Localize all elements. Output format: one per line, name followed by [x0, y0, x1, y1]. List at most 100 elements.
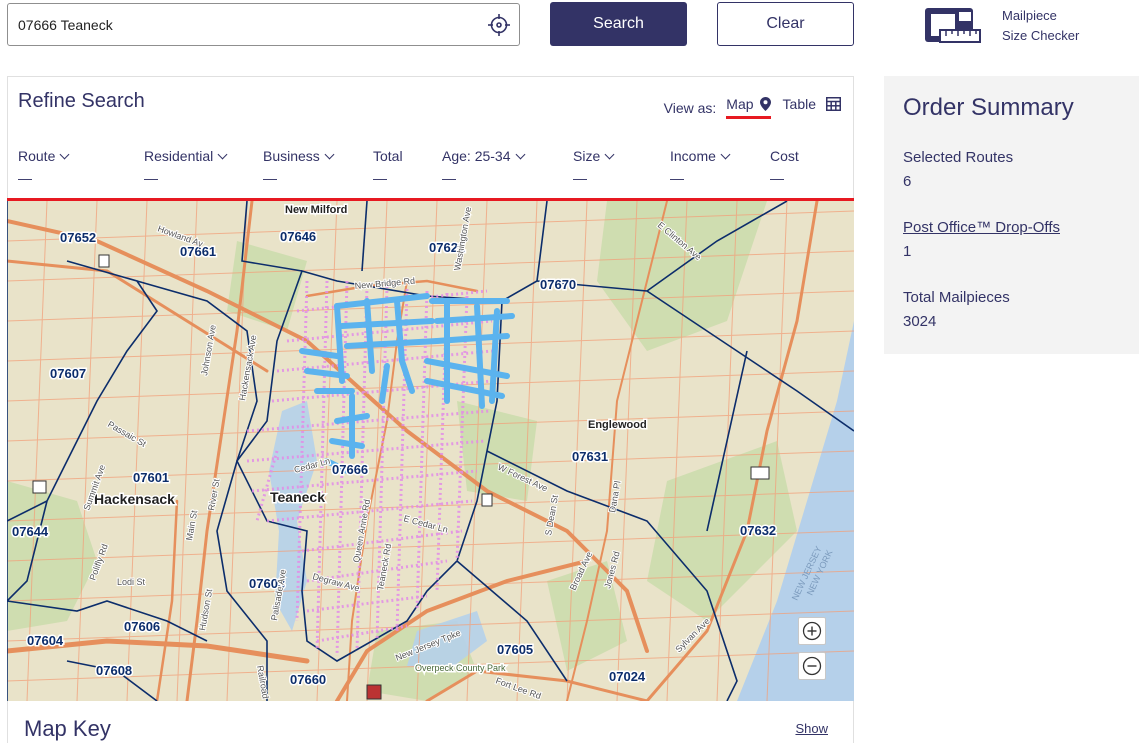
- zip-label: 07670: [540, 277, 576, 292]
- view-map-label: Map: [726, 96, 754, 112]
- view-map-option[interactable]: Map: [726, 96, 771, 119]
- filter-total[interactable]: Total —: [373, 148, 403, 186]
- order-summary-panel: Order Summary Selected Routes 6 Post Off…: [884, 76, 1139, 354]
- place-label: Englewood: [588, 419, 647, 431]
- road-label: Washington Ave: [452, 206, 473, 271]
- zip-label: 07644: [12, 524, 49, 539]
- filter-total-value: —: [373, 170, 387, 186]
- plus-circle-icon: [802, 621, 822, 641]
- zip-label: 07666: [332, 462, 368, 477]
- place-label: Overpeck County Park: [415, 663, 506, 673]
- mailpiece-line2: Size Checker: [1002, 28, 1080, 43]
- road-label: Lodi St: [117, 577, 146, 587]
- total-mailpieces: Total Mailpieces 3024: [903, 286, 1010, 334]
- place-label: Teaneck: [270, 489, 325, 505]
- refine-search-title: Refine Search: [18, 90, 145, 112]
- view-as-label: View as:: [663, 99, 717, 116]
- filter-cost[interactable]: Cost —: [770, 148, 799, 186]
- total-mailpieces-value: 3024: [903, 313, 937, 330]
- search-box: [7, 3, 520, 46]
- zip-label: 07632: [740, 523, 776, 538]
- zip-label: 07646: [280, 229, 316, 244]
- zip-label: 07607: [50, 366, 86, 381]
- map-key: Map Key Show: [7, 701, 854, 743]
- filter-age[interactable]: Age: 25-34 —: [442, 148, 525, 186]
- zip-label: 07606: [124, 619, 160, 634]
- road-label: E Cedar Ln: [402, 513, 449, 534]
- route-map[interactable]: 07652 07661 07646 07621 07670 07607 0760…: [7, 201, 854, 701]
- search-input[interactable]: [8, 4, 478, 45]
- refine-search-panel: Refine Search View as: Map Table Route —: [7, 76, 854, 200]
- chevron-down-icon: [720, 149, 731, 160]
- map-key-show-link[interactable]: Show: [795, 721, 828, 736]
- zoom-in-button[interactable]: [798, 617, 826, 645]
- filter-business[interactable]: Business —: [263, 148, 335, 186]
- table-grid-icon: [826, 97, 841, 111]
- filter-income-value: —: [670, 170, 684, 186]
- zip-label: 07608: [96, 663, 132, 678]
- filter-business-label: Business: [263, 148, 320, 164]
- total-mailpieces-label: Total Mailpieces: [903, 289, 1010, 306]
- filter-route[interactable]: Route —: [18, 148, 70, 186]
- road-label: S Dean St: [543, 494, 560, 537]
- zip-label: 07604: [27, 633, 64, 648]
- filter-business-value: —: [263, 170, 277, 186]
- place-label: Hackensack: [94, 491, 175, 507]
- mailpiece-checker-label: Mailpiece Size Checker: [1002, 6, 1079, 46]
- zoom-out-button[interactable]: [798, 652, 826, 680]
- post-office-dropoffs-value: 1: [903, 243, 912, 260]
- selected-routes-label: Selected Routes: [903, 149, 1014, 166]
- view-table-option[interactable]: Table: [783, 96, 841, 119]
- zip-label: 07601: [133, 470, 169, 485]
- chevron-down-icon: [515, 149, 525, 160]
- chevron-down-icon: [59, 149, 70, 160]
- zip-label: 07660: [290, 672, 326, 687]
- post-office-dropoffs: Post Office™ Drop-Offs 1: [903, 216, 1060, 264]
- place-label: New Milford: [285, 204, 347, 216]
- zip-label: 07024: [609, 669, 646, 684]
- filter-size-value: —: [573, 170, 587, 186]
- search-button[interactable]: Search: [550, 2, 687, 46]
- road-label: River St: [206, 478, 221, 512]
- filter-size[interactable]: Size —: [573, 148, 615, 186]
- filter-route-label: Route: [18, 148, 56, 164]
- chevron-down-icon: [217, 149, 228, 160]
- map-pin-icon: [759, 97, 771, 111]
- road-label: Main St: [184, 509, 199, 541]
- road-label: Dana Pl: [607, 480, 622, 513]
- filter-age-label: Age: 25-34: [442, 148, 511, 164]
- chevron-down-icon: [604, 149, 615, 160]
- chevron-down-icon: [324, 149, 335, 160]
- filter-income[interactable]: Income —: [670, 148, 731, 186]
- clear-button[interactable]: Clear: [717, 2, 854, 46]
- order-summary-title: Order Summary: [903, 94, 1074, 121]
- filter-residential-label: Residential: [144, 148, 214, 164]
- zip-label: 07631: [572, 449, 608, 464]
- view-as-toggle: View as: Map Table: [664, 96, 841, 119]
- filter-route-value: —: [18, 170, 32, 186]
- filter-residential[interactable]: Residential —: [144, 148, 228, 186]
- road-label: Passaic St: [106, 419, 148, 449]
- selected-routes-value: 6: [903, 173, 912, 190]
- crosshair-locate-icon[interactable]: [487, 13, 511, 37]
- mailpiece-ruler-icon: [925, 8, 981, 43]
- map-canvas[interactable]: 07652 07661 07646 07621 07670 07607 0760…: [7, 201, 854, 701]
- filter-cost-value: —: [770, 170, 784, 186]
- filter-cost-label: Cost: [770, 148, 799, 164]
- filter-residential-value: —: [144, 170, 158, 186]
- selected-routes: Selected Routes 6: [903, 146, 1013, 194]
- filter-row: Route — Residential — Business — Total —…: [8, 145, 853, 193]
- view-table-label: Table: [782, 96, 816, 112]
- filter-total-label: Total: [373, 148, 403, 164]
- filter-size-label: Size: [573, 148, 601, 164]
- mailpiece-size-checker-link[interactable]: Mailpiece Size Checker: [922, 4, 1122, 48]
- map-key-title: Map Key: [24, 716, 111, 741]
- minus-circle-icon: [802, 656, 822, 676]
- zip-label: 07605: [497, 642, 533, 657]
- zip-label: 07652: [60, 230, 96, 245]
- mailpiece-line1: Mailpiece: [1002, 8, 1057, 23]
- filter-income-label: Income: [670, 148, 716, 164]
- post-office-dropoffs-link[interactable]: Post Office™ Drop-Offs: [903, 219, 1060, 236]
- road-label: Railroad: [255, 665, 271, 700]
- filter-age-value: —: [442, 170, 456, 186]
